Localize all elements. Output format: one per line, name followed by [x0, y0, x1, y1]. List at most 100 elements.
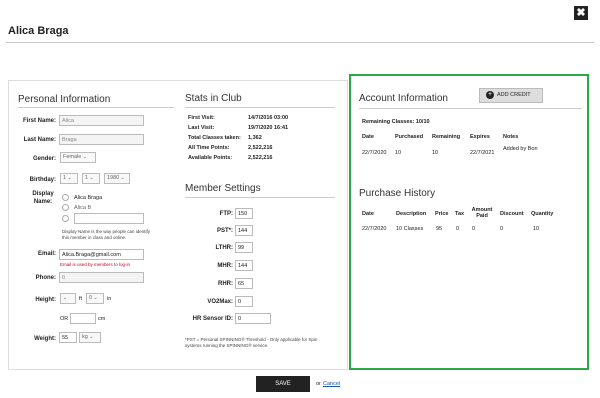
- birth-year-select[interactable]: 1980: [104, 173, 130, 184]
- email-note: Email is used by members to log-in: [60, 262, 131, 267]
- gender-label: Gender:: [32, 156, 56, 162]
- birthday-label: Birthday:: [29, 177, 56, 183]
- plus-circle-icon: +: [486, 90, 494, 99]
- birth-day-select[interactable]: 1: [60, 173, 78, 184]
- member-settings-title: Member Settings: [185, 183, 261, 194]
- stat-label: First Visit:: [188, 115, 215, 121]
- stat-label: Total Classes taken:: [188, 135, 241, 141]
- ft-unit: ft: [79, 296, 83, 302]
- cm-unit: cm: [98, 316, 106, 322]
- col-date: Date: [362, 134, 374, 140]
- email-label: Email:: [37, 251, 56, 257]
- vo2max-label: VO2Max:: [207, 299, 233, 305]
- purchase-history-title: Purchase History: [359, 188, 436, 199]
- purchase-discount: 0: [500, 226, 504, 232]
- email-field[interactable]: Alica.Braga@gmail.com: [59, 249, 144, 260]
- rhr-field[interactable]: 65: [235, 278, 253, 289]
- col-tax: Tax: [455, 211, 465, 217]
- credit-remaining: 10: [432, 150, 439, 156]
- custom-display-name-field[interactable]: [74, 213, 144, 224]
- display-name-radio-3[interactable]: [62, 215, 69, 222]
- hr-sensor-field[interactable]: 0: [235, 313, 271, 324]
- or-text: or: [316, 381, 321, 387]
- stat-label: Available Points:: [188, 155, 233, 161]
- display-option-1: Alica Braga: [74, 195, 103, 201]
- last-name-field[interactable]: Braga: [59, 134, 144, 145]
- weight-unit-select[interactable]: kg: [79, 332, 101, 343]
- weight-label: Weight:: [34, 336, 56, 342]
- birth-month-select[interactable]: 1: [82, 173, 100, 184]
- stats-row: Total Classes taken: 1,362: [188, 135, 333, 145]
- height-label: Height:: [35, 297, 56, 303]
- col-date: Date: [362, 211, 374, 217]
- gender-select[interactable]: Female: [60, 152, 96, 163]
- col-notes: Notes: [503, 134, 519, 140]
- credit-purchased: 10: [395, 150, 402, 156]
- stats-row: Last Visit: 19/7/2020 16:41: [188, 125, 333, 135]
- first-name-field[interactable]: Alica: [59, 115, 144, 126]
- ftp-field[interactable]: 150: [235, 208, 253, 219]
- divider: [185, 197, 335, 198]
- phone-field[interactable]: 0: [59, 272, 144, 283]
- vo2max-field[interactable]: 0: [235, 296, 253, 307]
- display-name-radio-2[interactable]: [62, 204, 69, 211]
- first-name-label: First Name:: [22, 118, 56, 124]
- stats-list: First Visit: 14/7/2016 03:00 Last Visit: 1…: [188, 115, 333, 165]
- phone-label: Phone:: [35, 275, 56, 281]
- pst-footnote: *PST = Personal SPINNING® Threshold - On…: [185, 337, 318, 348]
- pst-label: PST*:: [216, 228, 233, 234]
- purchase-amount-paid: 0: [472, 226, 476, 232]
- col-purchased: Purchased: [395, 134, 424, 140]
- display-name-radio-1[interactable]: [62, 194, 69, 201]
- purchase-price: 95: [436, 226, 443, 232]
- height-cm-field[interactable]: [70, 313, 96, 324]
- stat-value: 1,362: [248, 135, 262, 141]
- divider: [185, 107, 335, 108]
- col-remaining: Remaining: [432, 134, 461, 140]
- height-or: OR: [60, 316, 69, 322]
- account-info-title: Account Information: [359, 93, 448, 104]
- pst-field[interactable]: 144: [235, 225, 253, 236]
- stat-value: 2,522,216: [248, 145, 273, 151]
- close-icon[interactable]: ✖: [574, 6, 588, 20]
- weight-field[interactable]: 55: [59, 332, 77, 343]
- divider: [18, 107, 174, 108]
- height-in-select[interactable]: 0: [86, 293, 104, 304]
- add-credit-button[interactable]: + ADD CREDIT: [479, 88, 543, 103]
- display-name-label: Display Name:: [32, 191, 54, 205]
- in-unit: in: [107, 296, 112, 302]
- purchase-tax: 0: [456, 226, 460, 232]
- divider: [359, 108, 582, 109]
- last-name-label: Last Name:: [23, 137, 56, 143]
- lthr-field[interactable]: 99: [235, 242, 253, 253]
- stats-row: First Visit: 14/7/2016 03:00: [188, 115, 333, 125]
- ftp-label: FTP:: [219, 211, 233, 217]
- col-price: Price: [435, 211, 449, 217]
- mhr-label: MHR:: [217, 263, 233, 269]
- col-description: Description: [396, 211, 427, 217]
- divider: [6, 42, 594, 43]
- col-expires: Expires: [470, 134, 490, 140]
- col-quantity: Quantity: [531, 211, 554, 217]
- credit-notes: Added by Bon: [503, 146, 538, 152]
- personal-info-title: Personal Information: [18, 94, 111, 105]
- stats-row: All Time Points: 2,522,216: [188, 145, 333, 155]
- lthr-label: LTHR:: [215, 245, 233, 251]
- purchase-description: 10 Classes: [396, 226, 424, 232]
- stats-title: Stats in Club: [185, 93, 242, 104]
- display-name-help: Display Name is the way people can ident…: [62, 229, 151, 240]
- rhr-label: RHR:: [218, 281, 233, 287]
- col-amount-paid: Amount Paid: [471, 207, 493, 219]
- display-option-2: Alica B: [74, 205, 92, 211]
- mhr-field[interactable]: 144: [235, 260, 253, 271]
- col-discount: Discount: [500, 211, 524, 217]
- save-button[interactable]: SAVE: [256, 376, 310, 392]
- stats-row: Available Points: 2,522,216: [188, 155, 333, 165]
- stat-label: All Time Points:: [188, 145, 230, 151]
- stat-value: 2,522,216: [248, 155, 273, 161]
- cancel-link[interactable]: Cancel: [323, 381, 340, 387]
- height-ft-select[interactable]: [60, 293, 76, 304]
- stat-label: Last Visit:: [188, 125, 215, 131]
- purchase-date: 22/7/2020: [362, 226, 387, 232]
- page-title: Alica Braga: [8, 25, 69, 37]
